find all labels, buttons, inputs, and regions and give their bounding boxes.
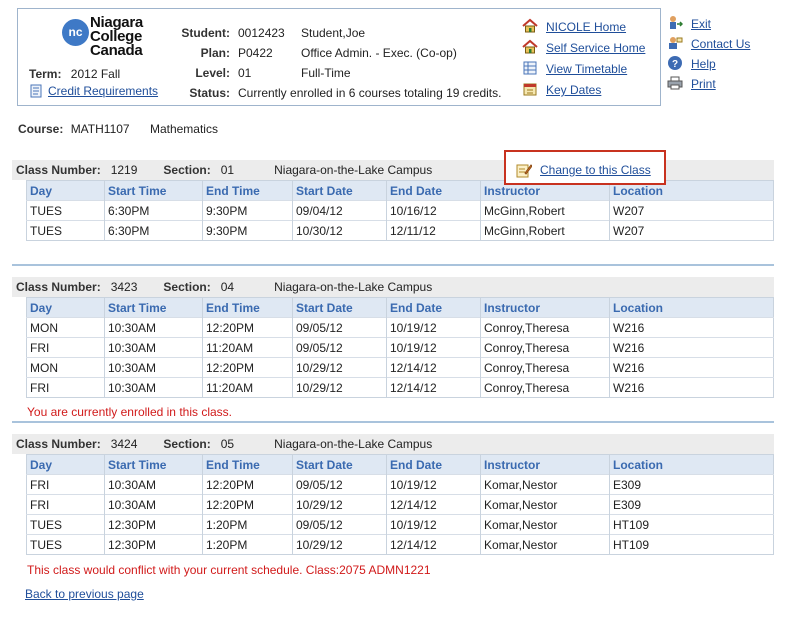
table-row: FRI 10:30AM 11:20AM 10/29/12 12/14/12 Conroy,… (26, 377, 774, 398)
table-row: TUES 12:30PM 1:20PM 10/29/12 12/14/12 Komar,N… (26, 534, 774, 555)
college-logo: nc Niagara College Canada (62, 14, 162, 66)
class-number: 3424 (110, 437, 138, 451)
course-label: Course: (18, 122, 64, 136)
plan-name: Office Admin. - Exec. (Co-op) (301, 46, 457, 60)
course-info: Course: MATH1107 Mathematics (18, 122, 218, 136)
level-name: Full-Time (301, 66, 351, 80)
table-header-row: Day Start Time End Time Start Date End Date I… (26, 297, 774, 318)
change-to-class-highlight: Change to this Class (504, 150, 666, 185)
table-row: TUES 6:30PM 9:30PM 09/04/12 10/16/12 McGinn,R… (26, 200, 774, 221)
nav-print[interactable]: Print (667, 74, 750, 94)
class-number: 1219 (110, 163, 138, 177)
table-row: FRI 10:30AM 11:20AM 09/05/12 10/19/12 Conroy,… (26, 337, 774, 358)
secondary-nav: Exit Contact Us ? Help Print (667, 14, 750, 94)
help-icon: ? (667, 55, 683, 71)
home-icon (522, 39, 538, 55)
student-info-panel: nc Niagara College Canada Term: 2012 Fal… (17, 8, 661, 106)
table-row: FRI 10:30AM 12:20PM 09/05/12 10/19/12 Komar,N… (26, 474, 774, 495)
meeting-table: Day Start Time End Time Start Date End Date I… (26, 454, 774, 555)
document-icon (29, 84, 43, 98)
term-label: Term: (29, 67, 62, 81)
nav-exit[interactable]: Exit (667, 14, 750, 34)
enrollment-status: Currently enrolled in 6 courses totaling… (238, 86, 502, 100)
plan-code: P0422 (238, 46, 273, 60)
campus-name: Niagara-on-the-Lake Campus (274, 280, 433, 294)
primary-nav: NICOLE Home Self Service Home View Timet… (522, 17, 645, 101)
enrolled-message: You are currently enrolled in this class… (27, 405, 232, 419)
class-section-3424: Class Number: 3424 Section: 05 Niagara-on-th… (12, 434, 774, 555)
table-row: FRI 10:30AM 12:20PM 10/29/12 12/14/12 Komar,N… (26, 494, 774, 515)
status-label: Status: (189, 86, 230, 100)
section-divider (12, 421, 774, 423)
nav-key-dates[interactable]: Key Dates (522, 80, 645, 101)
section-number: 04 (220, 280, 235, 294)
level-label: Level: (195, 66, 230, 80)
student-id: 0012423 (238, 26, 285, 40)
exit-icon (667, 15, 684, 31)
table-header-row: Day Start Time End Time Start Date End Date I… (26, 454, 774, 475)
meeting-table: Day Start Time End Time Start Date End Date I… (26, 180, 774, 241)
plan-label: Plan: (200, 46, 230, 60)
credit-requirements-link[interactable]: Credit Requirements (29, 84, 158, 98)
course-title: Mathematics (149, 122, 218, 136)
nav-help[interactable]: ? Help (667, 54, 750, 74)
timetable-icon (522, 60, 538, 76)
change-to-class-link[interactable]: Change to this Class (516, 162, 651, 178)
class-header: Class Number: 3423 Section: 04 Niagara-on-th… (12, 277, 774, 297)
student-name: Student,Joe (301, 26, 366, 40)
table-row: TUES 6:30PM 9:30PM 10/30/12 12/11/12 McGinn,R… (26, 220, 774, 241)
conflict-message: This class would conflict with your curr… (27, 563, 431, 577)
section-divider (12, 264, 774, 266)
section-number: 05 (220, 437, 235, 451)
printer-icon (667, 75, 683, 91)
nav-nicole-home[interactable]: NICOLE Home (522, 17, 645, 38)
logo-badge: nc (62, 19, 89, 46)
svg-text:?: ? (672, 59, 678, 70)
meeting-table: Day Start Time End Time Start Date End Date I… (26, 297, 774, 398)
class-header: Class Number: 3424 Section: 05 Niagara-on-th… (12, 434, 774, 454)
course-code: MATH1107 (70, 122, 130, 136)
nav-self-service-home[interactable]: Self Service Home (522, 38, 645, 59)
nav-contact-us[interactable]: Contact Us (667, 34, 750, 54)
campus-name: Niagara-on-the-Lake Campus (274, 437, 433, 451)
section-number: 01 (220, 163, 235, 177)
nav-view-timetable[interactable]: View Timetable (522, 59, 645, 80)
term-value: 2012 Fall (70, 67, 121, 81)
campus-name: Niagara-on-the-Lake Campus (274, 163, 433, 177)
table-row: MON 10:30AM 12:20PM 10/29/12 12/14/12 Conroy,… (26, 357, 774, 378)
calendar-icon (522, 81, 538, 97)
level-code: 01 (238, 66, 252, 80)
contact-icon (667, 35, 683, 51)
table-row: MON 10:30AM 12:20PM 09/05/12 10/19/12 Conroy,… (26, 317, 774, 338)
home-icon (522, 18, 538, 34)
back-to-previous-link[interactable]: Back to previous page (25, 587, 144, 601)
student-label: Student: (181, 26, 230, 40)
class-section-3423: Class Number: 3423 Section: 04 Niagara-on-th… (12, 277, 774, 398)
table-row: TUES 12:30PM 1:20PM 09/05/12 10/19/12 Komar,N… (26, 514, 774, 535)
class-number: 3423 (110, 280, 138, 294)
edit-icon (516, 162, 533, 178)
term-row: Term: 2012 Fall (29, 67, 120, 81)
logo-wordmark: Niagara College Canada (90, 14, 143, 59)
